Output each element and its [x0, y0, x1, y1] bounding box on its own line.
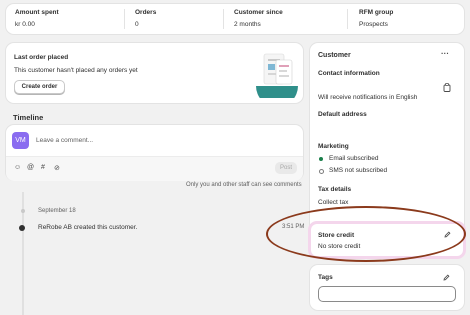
last-order-message: This customer hasn't placed any orders y…: [14, 67, 138, 74]
last-order-card: Last order placed This customer hasn't p…: [6, 43, 303, 103]
stat-value: 0: [135, 21, 139, 28]
tax-details-title: Tax details: [318, 186, 352, 193]
hashtag-icon[interactable]: #: [41, 164, 45, 171]
timeline-date-dot: [21, 209, 25, 213]
email-marketing-status: Email subscribed: [329, 155, 379, 162]
comment-composer: VM Leave a comment... ☺ @ # ⊘ Post: [6, 125, 303, 181]
divider: [347, 9, 348, 29]
email-subscribed-icon: [319, 157, 323, 161]
more-actions-icon[interactable]: ···: [441, 49, 449, 58]
last-order-title: Last order placed: [14, 54, 69, 61]
sms-not-subscribed-icon: [319, 169, 324, 174]
mention-icon[interactable]: @: [27, 164, 34, 171]
stat-orders: Orders 0: [135, 9, 156, 28]
divider: [223, 9, 224, 29]
create-order-button[interactable]: Create order: [14, 80, 65, 94]
stat-label: Customer since: [234, 9, 283, 16]
highlight-ring: [266, 206, 466, 262]
timeline-event-dot: [19, 225, 25, 231]
stat-value: 2 months: [234, 21, 261, 28]
customer-card-title: Customer: [318, 52, 351, 59]
contact-information-title: Contact information: [318, 70, 380, 77]
attachment-icon[interactable]: ⊘: [54, 164, 60, 172]
stat-label: RFM group: [359, 9, 394, 16]
notification-language: Will receive notifications in English: [318, 94, 418, 101]
comment-input[interactable]: Leave a comment...: [36, 137, 93, 144]
comment-toolbar: ☺ @ # ⊘ Post: [6, 156, 303, 181]
edit-tags-icon[interactable]: [443, 274, 450, 281]
copy-icon[interactable]: [443, 83, 451, 92]
tags-title: Tags: [318, 274, 333, 281]
timeline-title: Timeline: [13, 113, 44, 122]
tags-card: Tags: [310, 265, 464, 310]
timeline-date: September 18: [38, 208, 76, 214]
emoji-icon[interactable]: ☺: [14, 164, 21, 171]
tax-setting: Collect tax: [318, 199, 349, 206]
orders-illustration-icon: [256, 53, 298, 98]
avatar: VM: [12, 132, 29, 149]
divider: [124, 9, 125, 29]
stat-label: Orders: [135, 9, 157, 16]
post-button[interactable]: Post: [275, 162, 297, 174]
stat-customer-since: Customer since 2 months: [234, 9, 283, 28]
stat-rfm-group: RFM group Prospects: [359, 9, 393, 28]
stat-amount-spent: Amount spent kr 0.00: [15, 9, 59, 28]
stat-label: Amount spent: [15, 9, 59, 16]
stat-value: kr 0.00: [15, 21, 35, 28]
tags-input[interactable]: [318, 286, 456, 302]
marketing-title: Marketing: [318, 143, 349, 150]
customer-stats-bar: Amount spent kr 0.00 Orders 0 Customer s…: [6, 4, 464, 34]
comment-visibility-note: Only you and other staff can see comment…: [186, 182, 302, 188]
timeline-event: ReRobe AB created this customer.: [38, 224, 138, 231]
sms-marketing-status: SMS not subscribed: [329, 167, 388, 174]
default-address-title: Default address: [318, 111, 367, 118]
stat-value: Prospects: [359, 21, 388, 28]
